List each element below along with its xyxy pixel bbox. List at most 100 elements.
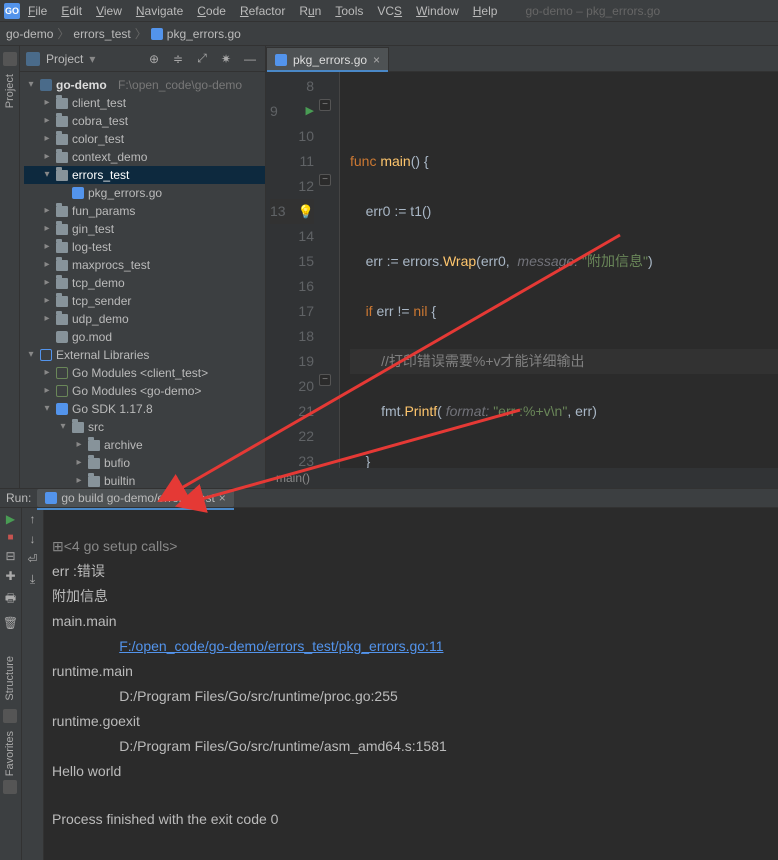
tree-root-path: F:\open_code\go-demo (118, 76, 242, 94)
scroll-icon[interactable]: ⤓ (30, 572, 35, 587)
code-editor[interactable]: 8 9▶ 10 11 12 13💡 14 15 16 17 18 19 20 2… (266, 72, 778, 468)
structure-tool-icon[interactable] (3, 709, 17, 723)
menu-file[interactable]: File (22, 2, 53, 20)
console-output[interactable]: ⊞<4 go setup calls> err :错误 附加信息 main.ma… (44, 508, 778, 860)
close-icon[interactable]: × (219, 491, 226, 505)
folder-icon (56, 296, 68, 307)
tree-folder[interactable]: ▸client_test (24, 94, 265, 112)
bulb-icon[interactable]: 💡 (298, 199, 314, 224)
tree-module[interactable]: ▸Go Modules <client_test> (24, 364, 265, 382)
tree-root-name: go-demo (56, 76, 107, 94)
tree-file[interactable]: pkg_errors.go (24, 184, 265, 202)
run-toolbar-secondary: ↑ ↓ ⏎ ⤓ (22, 508, 44, 860)
menu-bar: GO File Edit View Navigate Code Refactor… (0, 0, 778, 22)
menu-navigate[interactable]: Navigate (130, 2, 189, 20)
hide-panel-icon[interactable]: — (241, 50, 259, 68)
favorites-tool-label[interactable]: Favorites (4, 731, 16, 776)
menu-code[interactable]: Code (191, 2, 232, 20)
structure-tool-label[interactable]: Structure (4, 656, 16, 701)
folder-icon (72, 422, 84, 433)
run-gutter-icon[interactable]: ▶ (306, 99, 314, 124)
project-tool-icon[interactable] (3, 52, 17, 66)
tree-folder[interactable]: ▸tcp_sender (24, 292, 265, 310)
tree-folder[interactable]: ▸maxprocs_test (24, 256, 265, 274)
run-config-label: go build go-demo/errors_test (61, 491, 214, 505)
folder-icon (88, 440, 100, 451)
project-tree[interactable]: ▾go-demo F:\open_code\go-demo ▸client_te… (20, 72, 265, 488)
tree-folder[interactable]: ▸builtin (24, 472, 265, 488)
stop-icon[interactable]: ■ (7, 532, 13, 543)
fold-gutter: − − − (322, 72, 340, 468)
menu-run[interactable]: Run (293, 2, 327, 20)
tree-folder[interactable]: ▸udp_demo (24, 310, 265, 328)
go-file-icon (275, 54, 287, 66)
tree-file-gomod[interactable]: go.mod (24, 328, 265, 346)
pin-icon[interactable]: ✚ (5, 569, 15, 583)
wrap-icon[interactable]: ⏎ (27, 552, 37, 566)
crumb-root[interactable]: go-demo (6, 27, 53, 41)
select-opened-icon[interactable]: ⊕ (145, 50, 163, 68)
nav-breadcrumbs: go-demo 〉 errors_test 〉 pkg_errors.go (0, 22, 778, 46)
tree-folder[interactable]: ▸context_demo (24, 148, 265, 166)
tree-folder-selected[interactable]: ▾errors_test (24, 166, 265, 184)
editor-breadcrumb[interactable]: main() (266, 468, 778, 488)
tree-folder[interactable]: ▸bufio (24, 454, 265, 472)
crumb-sep: 〉 (57, 25, 69, 42)
collapse-icon[interactable]: ⤢ (193, 50, 211, 68)
down-icon[interactable]: ↓ (30, 532, 36, 546)
tree-folder[interactable]: ▸tcp_demo (24, 274, 265, 292)
rerun-icon[interactable]: ▶ (6, 512, 15, 526)
crumb-folder[interactable]: errors_test (73, 27, 130, 41)
crumb-file[interactable]: pkg_errors.go (151, 27, 241, 41)
project-panel-header: Project ▾ ⊕ ≑ ⤢ ✷ — (20, 46, 265, 72)
menu-vcs[interactable]: VCS (371, 2, 408, 20)
folder-icon (56, 278, 68, 289)
tree-folder[interactable]: ▸archive (24, 436, 265, 454)
folder-icon (56, 98, 68, 109)
tree-sdk[interactable]: ▾Go SDK 1.17.8 (24, 400, 265, 418)
menu-view[interactable]: View (90, 2, 128, 20)
file-icon (56, 331, 68, 343)
go-file-icon (72, 187, 84, 199)
layout-icon[interactable]: ⊟ (5, 549, 15, 563)
go-run-icon (45, 492, 57, 504)
tree-folder-src[interactable]: ▾src (24, 418, 265, 436)
up-icon[interactable]: ↑ (30, 512, 36, 526)
run-config-tab[interactable]: go build go-demo/errors_test × (37, 489, 233, 507)
menu-help[interactable]: Help (467, 2, 504, 20)
favorites-tool-icon[interactable] (3, 780, 17, 794)
tree-root[interactable]: ▾go-demo F:\open_code\go-demo (24, 76, 265, 94)
editor-tab[interactable]: pkg_errors.go × (266, 47, 389, 71)
menu-edit[interactable]: Edit (55, 2, 88, 20)
stack-link[interactable]: F:/open_code/go-demo/errors_test/pkg_err… (119, 638, 443, 654)
tree-folder[interactable]: ▸cobra_test (24, 112, 265, 130)
tree-folder[interactable]: ▸fun_params (24, 202, 265, 220)
settings-icon[interactable]: ✷ (217, 50, 235, 68)
project-tool-label[interactable]: Project (4, 74, 16, 108)
app-logo: GO (4, 3, 20, 19)
editor-tab-label: pkg_errors.go (293, 53, 367, 67)
window-title: go-demo – pkg_errors.go (525, 4, 660, 18)
line-number-gutter: 8 9▶ 10 11 12 13💡 14 15 16 17 18 19 20 2… (266, 72, 322, 468)
tree-external-libs[interactable]: ▾External Libraries (24, 346, 265, 364)
menu-refactor[interactable]: Refactor (234, 2, 291, 20)
folder-icon (56, 242, 68, 253)
code-body[interactable]: func main() { err0 := t1() err := errors… (340, 72, 778, 468)
folder-icon (88, 458, 100, 469)
project-view-icon (26, 52, 40, 66)
expand-all-icon[interactable]: ≑ (169, 50, 187, 68)
tree-folder[interactable]: ▸log-test (24, 238, 265, 256)
library-icon (40, 349, 52, 361)
menu-window[interactable]: Window (410, 2, 465, 20)
left-tool-strip: Project (0, 46, 20, 488)
menu-tools[interactable]: Tools (329, 2, 369, 20)
folder-icon (56, 260, 68, 271)
trash-icon[interactable]: 🗑 (3, 616, 18, 630)
tree-folder[interactable]: ▸gin_test (24, 220, 265, 238)
folder-icon (56, 116, 68, 127)
close-icon[interactable]: × (373, 53, 380, 67)
print-icon[interactable]: 🖶 (5, 589, 16, 610)
tree-module[interactable]: ▸Go Modules <go-demo> (24, 382, 265, 400)
tree-folder[interactable]: ▸color_test (24, 130, 265, 148)
run-panel: Run: go build go-demo/errors_test × ▶ ■ … (0, 488, 778, 800)
